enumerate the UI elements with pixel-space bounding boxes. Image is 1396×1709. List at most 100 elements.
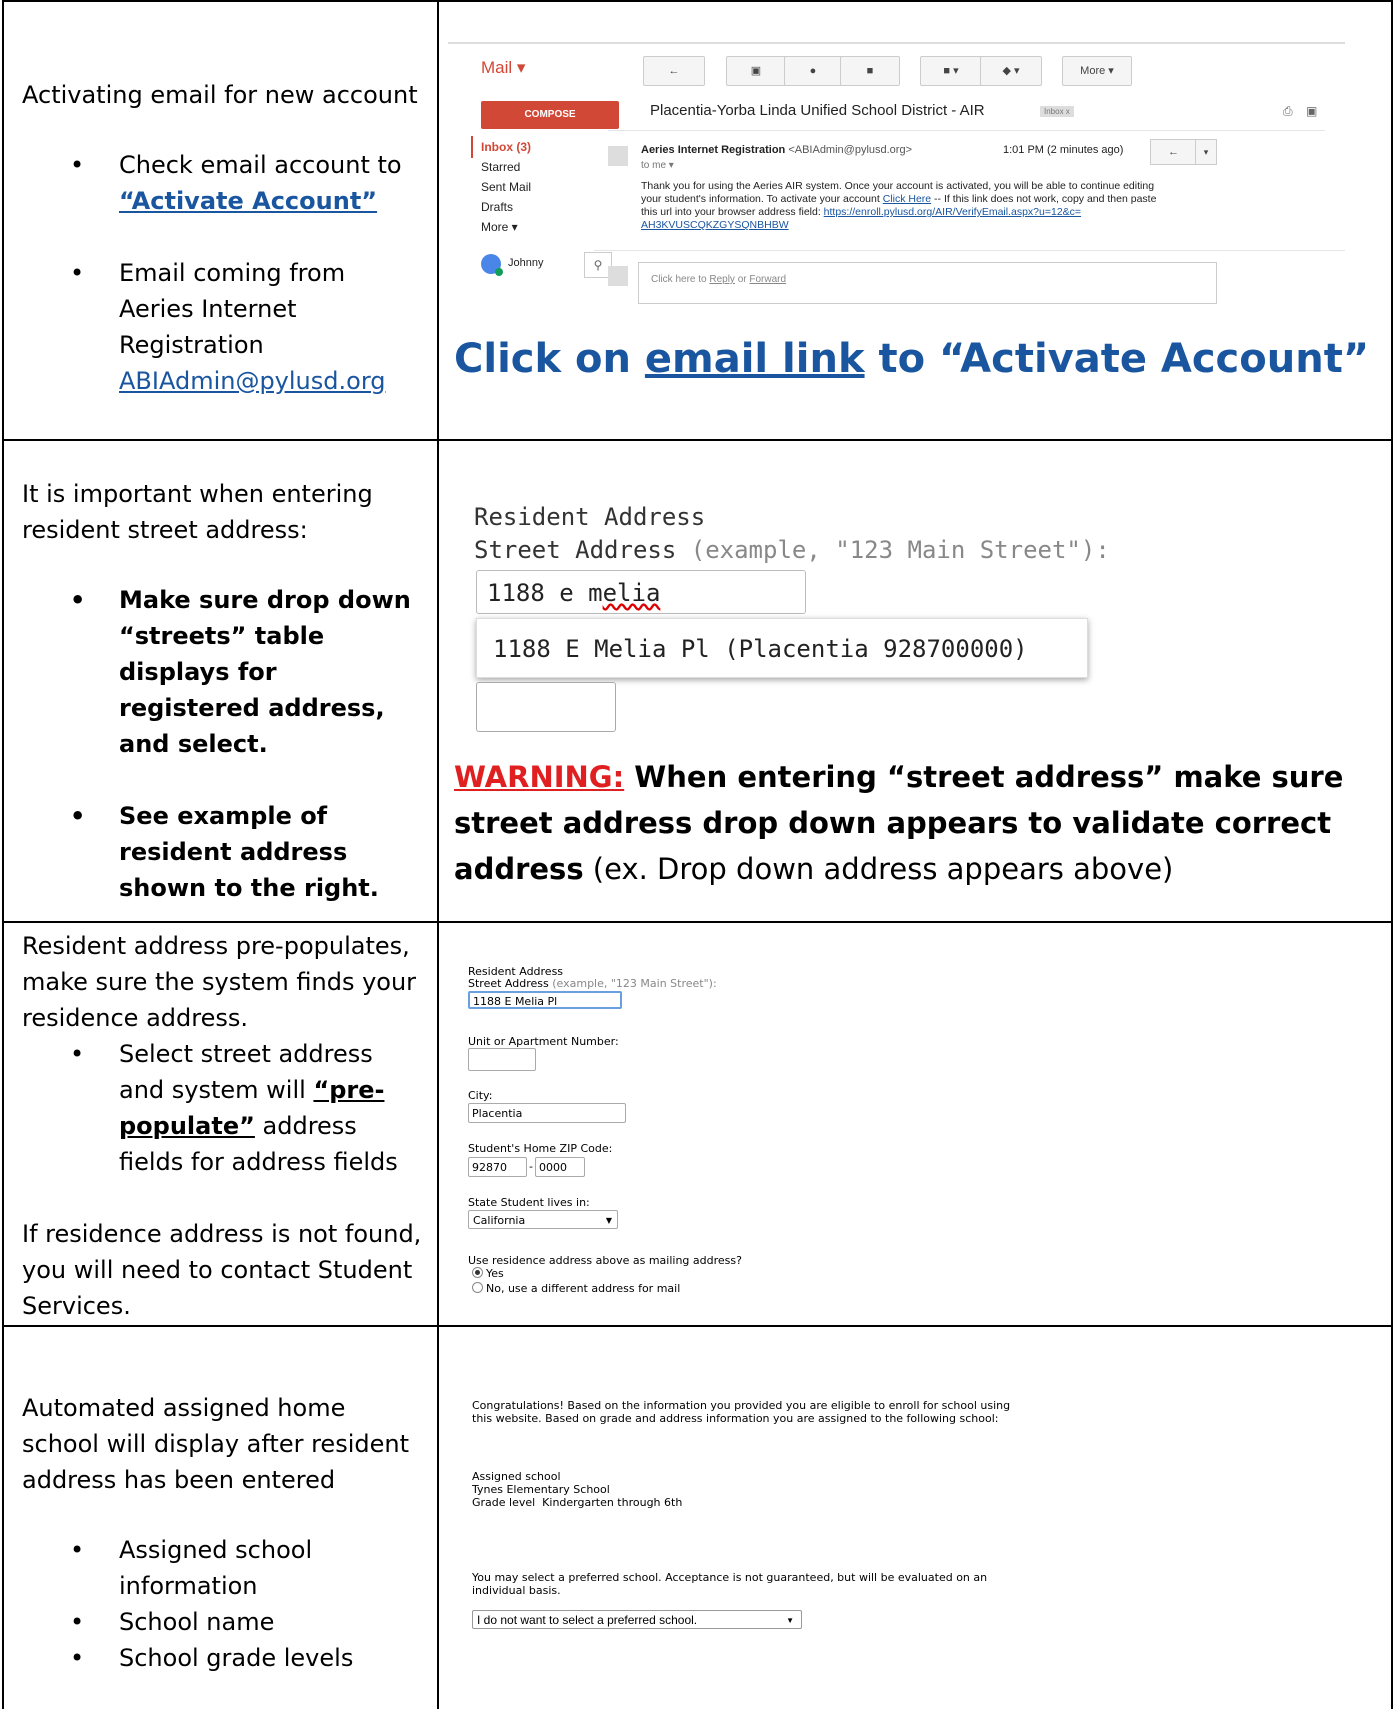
body-line: your student's information. To activate … [641,193,1241,206]
to-me[interactable]: to me ▾ [641,160,674,171]
form-city-input[interactable]: Placentia [468,1103,626,1123]
form-zip-ext-input[interactable]: 0000 [535,1157,585,1177]
move-button[interactable]: ■ ▾ [920,56,982,86]
chat-user-name[interactable]: Johnny [508,257,543,269]
radio-no-icon[interactable] [472,1282,483,1293]
email-body: Thank you for using the Aeries AIR syste… [641,180,1241,232]
spam-button[interactable]: ● [784,56,842,86]
forward-link[interactable]: Forward [749,274,786,285]
click-here-link[interactable]: Click Here [883,193,931,205]
gmail-screenshot: Mail ▾ ← ▣ ● ■ ■ ▾ ◆ ▾ More ▾ COMPOSE Pl… [448,38,1345,330]
caption-text: to “Activate Account” [864,336,1370,382]
row-divider [2,1325,1393,1327]
new-window-icon[interactable]: ▣ [1306,104,1317,118]
list-item: Make sure drop down “streets” table disp… [22,582,422,762]
form-street-input[interactable]: 1188 E Melia Pl [468,991,622,1009]
assigned-school-label: Assigned school [472,1470,561,1483]
form-unit-label: Unit or Apartment Number: [468,1035,619,1048]
more-options-icon[interactable]: ▾ [1195,139,1217,165]
sender-avatar [608,146,628,166]
nav-sent-mail[interactable]: Sent Mail [481,180,531,194]
email-subject: Placentia-Yorba Linda Unified School Dis… [650,102,985,119]
table-border-top [2,0,1393,2]
body-line: this url into your browser address field… [641,206,1241,219]
message-time: 1:01 PM (2 minutes ago) [1003,144,1124,156]
body-text: -- If this link does not work, copy and … [931,193,1157,205]
sender-email-link[interactable]: ABIAdmin@pylusd.org [119,367,386,395]
list-item: Email coming from Aeries Internet Regist… [22,255,422,399]
body-text: your student's information. To activate … [641,193,883,205]
inbox-indicator [471,136,473,158]
list-item: School name [22,1604,422,1640]
label-text: Street Address [474,536,677,564]
street-autocomplete-screenshot: Resident Address Street Address (example… [474,500,1114,740]
inbox-tag[interactable]: Inbox x [1040,106,1074,117]
row3-bullets: Select street address and system will “p… [22,1036,422,1180]
preferred-school-select[interactable]: I do not want to select a preferred scho… [472,1610,802,1629]
row-divider [2,921,1393,923]
row1-heading: Activating email for new account [22,81,418,109]
street-suggestion-item[interactable]: 1188 E Melia Pl (Placentia 928700000) [476,618,1088,678]
reply-box[interactable]: Click here to Reply or Forward [638,262,1217,304]
archive-button[interactable]: ▣ [726,56,786,86]
reply-link[interactable]: Reply [709,274,735,285]
row4-bullets: Assigned school information School name … [22,1532,422,1676]
street-address-input[interactable]: 1188 e melia [476,570,806,614]
verify-url-link[interactable]: https://enroll.pylusd.org/AIR/VerifyEmai… [824,206,1081,218]
warning-normal-text: (ex. Drop down address appears above) [583,852,1174,886]
delete-button[interactable]: ■ [840,56,900,86]
radio-yes[interactable]: Yes [472,1267,504,1280]
print-icon[interactable]: ⎙ [1283,104,1293,119]
activate-caption: Click on email link to “Activate Account… [454,336,1369,382]
congrats-line: this website. Based on grade and address… [472,1412,999,1425]
list-item: Assigned school information [22,1532,422,1604]
input-text-misspelled: elia [602,579,661,607]
nav-drafts[interactable]: Drafts [481,200,513,214]
mail-menu[interactable]: Mail ▾ [481,58,525,78]
row3-left-cell: Resident address pre-populates, make sur… [22,928,422,1324]
radio-no-label: No, use a different address for mail [486,1282,681,1295]
chevron-down-icon: ▼ [605,1216,612,1225]
row1-bullets: Check email account to “Activate Account… [22,147,422,399]
form-state-label: State Student lives in: [468,1196,590,1209]
nav-more[interactable]: More ▾ [481,220,518,234]
compose-button[interactable]: COMPOSE [481,101,619,129]
row3-intro: Resident address pre-populates, make sur… [22,932,417,1032]
sender-name: Aeries Internet Registration [641,144,786,156]
preferred-school-text: individual basis. [472,1584,561,1597]
verify-url-link-cont[interactable]: AH3KVUSCQKZGYSQNBHBW [641,219,1241,232]
table-border-left [2,0,4,1709]
row3-outro: If residence address is not found, you w… [22,1220,422,1320]
form-state-select[interactable]: California ▼ [468,1210,618,1229]
reply-avatar [608,266,628,286]
table-border-right [1391,0,1393,1709]
address-warning: WARNING: When entering “street address” … [454,754,1364,892]
activate-account-link[interactable]: “Activate Account” [119,187,377,215]
back-button[interactable]: ← [643,56,705,86]
radio-no[interactable]: No, use a different address for mail [472,1282,680,1295]
state-value: California [473,1214,526,1227]
label-text: Street Address [468,977,549,990]
body-line: Thank you for using the Aeries AIR syste… [641,180,1155,192]
unit-input[interactable] [476,682,616,732]
online-status-icon [495,268,503,276]
nav-inbox[interactable]: Inbox (3) [481,140,531,154]
form-zip-input[interactable]: 92870 [468,1157,527,1177]
nav-starred[interactable]: Starred [481,160,520,174]
assigned-school-screenshot: Congratulations! Based on the informatio… [472,1399,1172,1659]
street-address-label: Street Address (example, "123 Main Stree… [474,536,1110,564]
more-button[interactable]: More ▾ [1062,56,1132,86]
row1-left-cell: Activating email for new account Check e… [22,77,422,399]
form-street-label: Street Address (example, "123 Main Stree… [468,977,717,990]
radio-yes-icon[interactable] [472,1267,483,1278]
row4-left-cell: Automated assigned home school will disp… [22,1390,422,1676]
reply-text: or [734,274,750,285]
form-unit-input[interactable] [468,1048,536,1071]
bullet-text: Check email account to [119,151,402,179]
list-item: Check email account to “Activate Account… [22,147,422,219]
labels-button[interactable]: ◆ ▾ [980,56,1042,86]
chevron-down-icon: ▼ [786,1616,794,1625]
body-text: this url into your browser address field… [641,206,824,218]
reply-icon[interactable]: ← [1150,139,1197,165]
row2-left-cell: It is important when entering resident s… [22,476,422,906]
